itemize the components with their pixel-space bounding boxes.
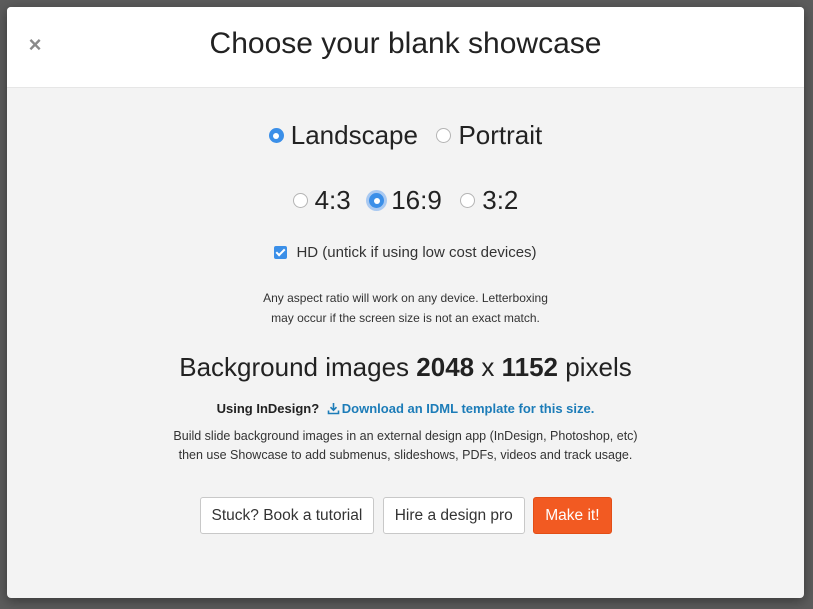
portrait-radio[interactable] [436,128,452,143]
book-tutorial-button[interactable]: Stuck? Book a tutorial [199,497,375,534]
landscape-label: Landscape [290,120,418,150]
hire-design-pro-button[interactable]: Hire a design pro [382,497,525,534]
idml-download-label: Download an IDML template for this size. [341,401,595,416]
orientation-landscape-option[interactable]: Landscape [268,120,418,151]
build-line-1: Build slide background images in an exte… [173,429,638,443]
ratio-3-2-option[interactable]: 3:2 [460,185,518,216]
ratio-16-9-radio[interactable] [369,193,385,208]
dialog-title: Choose your blank showcase [209,27,602,60]
ratio-4-3-radio[interactable] [292,193,308,208]
background-size-prefix: Background images [179,352,410,382]
aspect-note-line-1: Any aspect ratio will work on any device… [263,291,548,305]
make-it-button[interactable]: Make it! [533,497,612,534]
orientation-portrait-option[interactable]: Portrait [436,120,542,151]
indesign-prompt: Using InDesign? [216,401,320,416]
build-line-2: then use Showcase to add submenus, slide… [178,448,633,462]
ratio-3-2-label: 3:2 [482,185,519,215]
aspect-note-line-2: may occur if the screen size is not an e… [271,311,540,325]
aspect-note: Any aspect ratio will work on any device… [7,288,804,328]
build-instructions: Build slide background images in an exte… [7,427,804,465]
indesign-row: Using InDesign? Download an IDML templat… [7,401,804,416]
landscape-radio[interactable] [268,128,284,143]
ratio-16-9-label: 16:9 [391,185,442,215]
background-x: x [481,352,495,382]
background-width: 2048 [416,352,475,382]
ratio-3-2-radio[interactable] [460,193,476,208]
download-icon [327,403,340,415]
ratio-16-9-option[interactable]: 16:9 [369,185,442,216]
hd-option[interactable]: HD (untick if using low cost devices) [274,244,537,261]
background-size-suffix: pixels [565,352,632,382]
aspect-ratio-group: 4:3 16:9 3:2 [7,185,804,216]
hd-row: HD (untick if using low cost devices) [7,244,804,264]
showcase-dialog: × Choose your blank showcase Landscape P… [7,7,804,598]
ratio-4-3-option[interactable]: 4:3 [292,185,351,216]
idml-download-link[interactable]: Download an IDML template for this size. [323,401,595,416]
dialog-header: × Choose your blank showcase [7,7,804,88]
orientation-group: Landscape Portrait [7,120,804,151]
hd-checkbox[interactable] [274,246,288,259]
background-height: 1152 [501,352,559,382]
hd-label: HD (untick if using low cost devices) [296,244,537,261]
action-buttons: Stuck? Book a tutorial Hire a design pro… [7,497,804,534]
portrait-label: Portrait [458,120,543,150]
background-size: Background images 2048 x 1152 pixels [7,352,804,383]
ratio-4-3-label: 4:3 [314,185,351,215]
